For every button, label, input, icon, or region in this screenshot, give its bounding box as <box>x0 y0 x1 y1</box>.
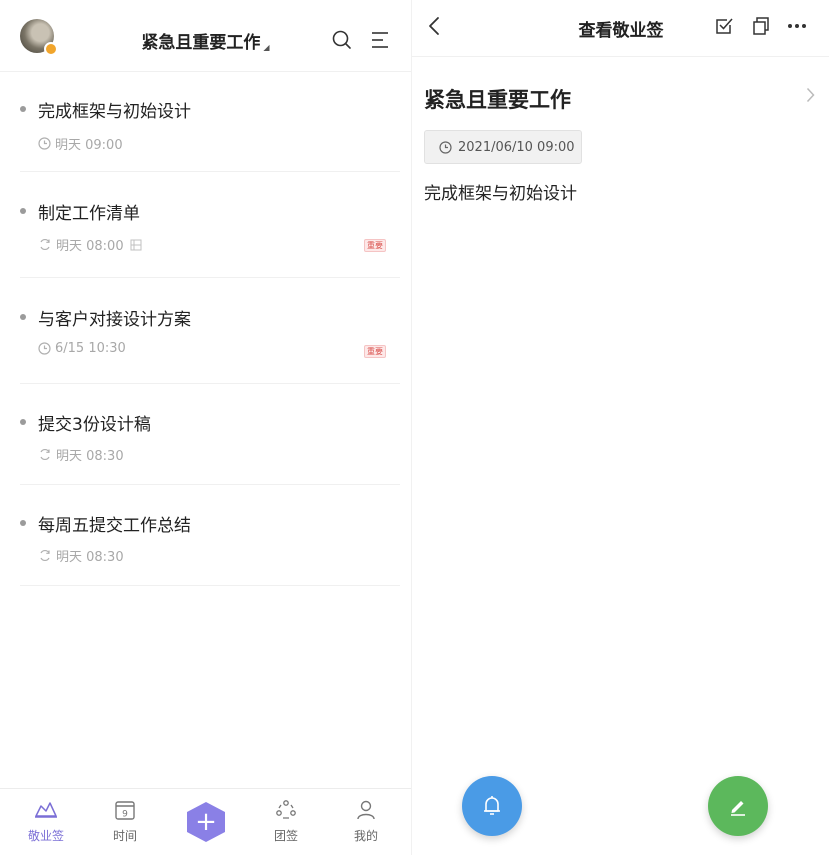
item-title: 完成框架与初始设计 <box>38 102 191 122</box>
important-tag: 重要 <box>364 345 386 358</box>
item-meta: 明天 08:30 <box>38 546 124 565</box>
profile-icon <box>357 800 375 820</box>
more-icon[interactable] <box>785 14 809 38</box>
tab-notes-label: 敬业签 <box>27 829 64 843</box>
important-tag: 重要 <box>364 239 386 252</box>
attachment-icon <box>130 239 142 250</box>
bullet-dot <box>20 419 26 425</box>
notes-icon <box>35 802 57 818</box>
item-meta: 明天 09:00 <box>38 134 123 153</box>
reminder-button[interactable] <box>462 776 522 836</box>
menu-icon[interactable] <box>368 28 392 52</box>
edit-button[interactable] <box>708 776 768 836</box>
item-meta: 明天 08:00 <box>38 235 146 254</box>
category-title-text: 紧急且重要工作 <box>141 33 261 53</box>
item-time: 明天 08:30 <box>56 449 124 464</box>
list-item[interactable]: 制定工作清单 明天 08:00 重要 <box>20 194 400 278</box>
tab-team-label: 团签 <box>273 829 298 843</box>
note-detail-screen: 查看敬业签 紧急且重要工作 2021/06/10 09:00 完成框架与初始设计 <box>411 0 829 855</box>
clock-icon <box>38 342 51 355</box>
svg-text:9: 9 <box>122 810 128 820</box>
search-icon[interactable] <box>330 28 354 52</box>
bell-icon <box>484 796 500 815</box>
list-item[interactable]: 提交3份设计稿 明天 08:30 <box>20 405 400 485</box>
item-title: 提交3份设计稿 <box>38 415 151 435</box>
repeat-icon <box>40 238 50 251</box>
tab-profile-label: 我的 <box>353 829 378 843</box>
list-header: 紧急且重要工作 ◢ <box>0 0 411 72</box>
team-icon <box>276 800 296 819</box>
item-title: 制定工作清单 <box>38 204 140 224</box>
bullet-dot <box>20 106 26 112</box>
item-title: 每周五提交工作总结 <box>38 516 191 536</box>
note-content: 完成框架与初始设计 <box>424 184 577 204</box>
item-meta: 6/15 10:30 <box>38 341 126 356</box>
item-title: 与客户对接设计方案 <box>38 310 191 330</box>
reminder-date: 2021/06/10 09:00 <box>458 139 575 155</box>
item-meta: 明天 08:30 <box>38 445 124 464</box>
bullet-dot <box>20 208 26 214</box>
calendar-icon: 9 <box>115 801 135 820</box>
list-item[interactable]: 每周五提交工作总结 明天 08:30 <box>20 506 400 586</box>
list-item[interactable]: 与客户对接设计方案 6/15 10:30 重要 <box>20 300 400 384</box>
note-category-title: 紧急且重要工作 <box>424 88 571 112</box>
plus-icon: + <box>195 807 217 837</box>
tab-time-label: 时间 <box>112 829 137 843</box>
repeat-icon <box>40 448 50 461</box>
dropdown-caret-icon: ◢ <box>263 43 270 52</box>
clock-icon <box>439 140 452 154</box>
list-item[interactable]: 完成框架与初始设计 明天 09:00 <box>20 92 400 172</box>
tab-profile[interactable]: 我的 <box>336 799 396 844</box>
tab-time[interactable]: 9 时间 <box>95 799 155 844</box>
reminder-date-chip[interactable]: 2021/06/10 09:00 <box>424 130 582 164</box>
tab-team[interactable]: 团签 <box>256 799 316 844</box>
item-time: 明天 09:00 <box>55 138 123 153</box>
add-note-button[interactable]: + <box>187 802 225 842</box>
clock-icon <box>38 137 51 150</box>
complete-check-icon[interactable] <box>712 14 736 38</box>
detail-header: 查看敬业签 <box>412 0 829 57</box>
copy-icon[interactable] <box>749 14 773 38</box>
tab-notes[interactable]: 敬业签 <box>16 799 76 844</box>
bottom-nav: 敬业签 9 时间 + 团签 我的 <box>0 788 411 855</box>
chevron-right-icon[interactable] <box>806 87 815 107</box>
bullet-dot <box>20 520 26 526</box>
edit-icon <box>731 801 745 816</box>
item-time: 6/15 10:30 <box>55 341 126 356</box>
item-time: 明天 08:00 <box>56 239 124 254</box>
item-time: 明天 08:30 <box>56 550 124 565</box>
notes-list-screen: 紧急且重要工作 ◢ 完成框架与初始设计 明天 09:00 制定工作清单 明天 08… <box>0 0 411 855</box>
bullet-dot <box>20 314 26 320</box>
repeat-icon <box>40 549 50 562</box>
